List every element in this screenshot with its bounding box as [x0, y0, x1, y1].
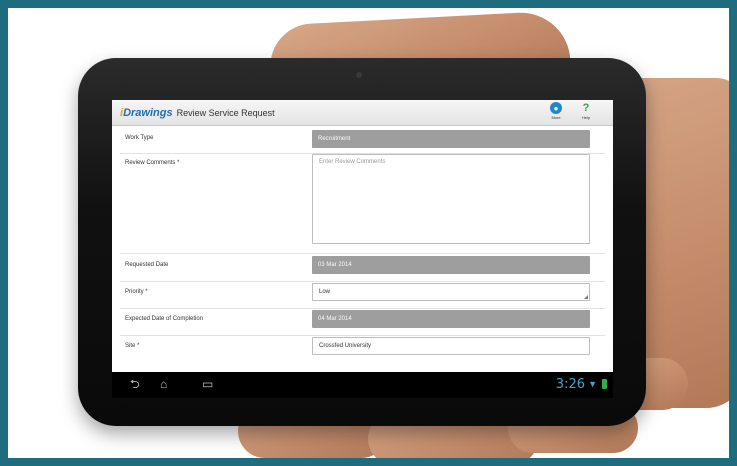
help-label: Help: [581, 115, 591, 120]
expected-date-label: Expected Date of Completion: [125, 316, 204, 322]
site-label: Site *: [125, 343, 140, 349]
page-title: Review Service Request: [176, 107, 275, 118]
requested-date-field: 03 Mar 2014: [312, 256, 590, 274]
priority-select[interactable]: Low: [312, 283, 590, 301]
more-button[interactable]: ● More: [545, 102, 567, 124]
work-type-label: Work Type: [125, 135, 154, 141]
battery-icon: [602, 379, 607, 389]
review-comments-textarea[interactable]: Enter Review Comments: [312, 154, 590, 244]
requested-date-label: Requested Date: [125, 262, 169, 268]
priority-value: Low: [319, 289, 331, 295]
app-header: iDrawings Review Service Request ● More …: [112, 100, 613, 126]
more-icon: ●: [550, 102, 562, 114]
camera-icon: [356, 72, 362, 78]
review-comments-label: Review Comments *: [125, 160, 180, 166]
recent-apps-icon[interactable]: ▭: [202, 378, 213, 390]
clock: 3:26: [555, 377, 585, 392]
android-nav-bar: ⮌ ⌂ ▭ 3:26 ▼: [112, 372, 613, 398]
divider: [120, 335, 605, 336]
work-type-field: Recruitment: [312, 130, 590, 148]
tablet-screen: iDrawings Review Service Request ● More …: [112, 100, 613, 398]
divider: [120, 281, 605, 282]
expected-date-field: 04 Mar 2014: [312, 310, 590, 328]
divider: [120, 253, 605, 254]
help-button[interactable]: ? Help: [575, 102, 597, 124]
tablet-device: iDrawings Review Service Request ● More …: [78, 58, 646, 426]
priority-label: Priority *: [125, 289, 148, 295]
divider: [120, 308, 605, 309]
home-icon[interactable]: ⌂: [160, 378, 167, 390]
dropdown-corner-icon: [584, 295, 588, 299]
help-icon: ?: [582, 102, 590, 114]
back-icon[interactable]: ⮌: [130, 378, 140, 390]
site-select[interactable]: Crossfed University: [312, 337, 590, 355]
photo-frame: iDrawings Review Service Request ● More …: [8, 8, 729, 458]
more-label: More: [551, 115, 561, 120]
app-logo: iDrawings: [120, 106, 173, 119]
wifi-icon: ▼: [588, 379, 597, 389]
